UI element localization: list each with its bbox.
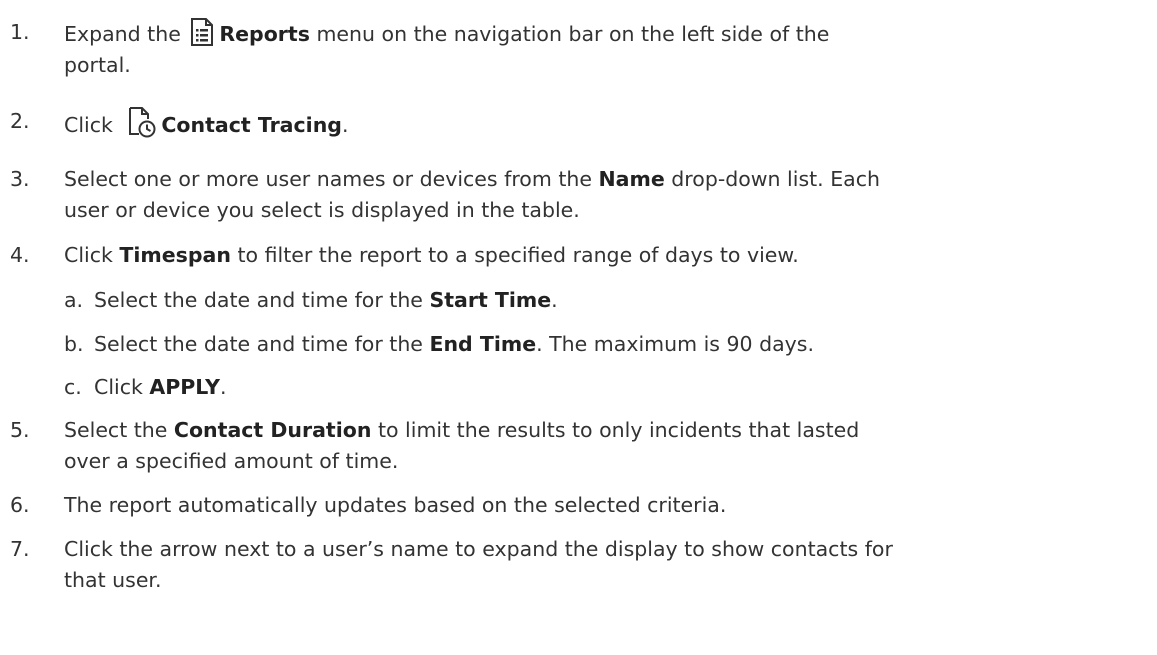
substep-text-post: .: [220, 375, 227, 399]
substep-text-post: . The maximum is 90 days.: [536, 332, 815, 356]
step-text-post: .: [341, 113, 349, 137]
step-text: Click the arrow next to a user’s name to…: [64, 534, 1144, 596]
step-text-post: drop-down list. Each: [664, 167, 880, 191]
name-label: Name: [598, 167, 665, 191]
step-text-pre: Expand the: [64, 22, 181, 46]
step-number: 3.: [10, 167, 30, 191]
step-number: 6.: [10, 493, 30, 517]
substep-text-pre: Click: [94, 375, 150, 399]
step-text: Click Contact Tracing.: [64, 106, 1144, 141]
substep-text-post: .: [551, 288, 558, 312]
substep-text-pre: Select the date and time for the: [94, 288, 430, 312]
step-text: Expand the Reports menu on the navigatio…: [64, 17, 1144, 81]
step-text-line2: portal.: [64, 53, 131, 77]
step-text: The report automatically updates based o…: [64, 493, 727, 517]
substep-text: Click APPLY.: [94, 372, 1144, 403]
step-number: 2.: [10, 109, 30, 133]
contact-tracing-label: Contact Tracing: [161, 113, 342, 137]
substep-text: Select the date and time for the End Tim…: [94, 329, 1144, 360]
step-text-pre: Select one or more user names or devices…: [64, 167, 599, 191]
step-text-pre: Click: [64, 113, 113, 137]
step-text: Select one or more user names or devices…: [64, 164, 1144, 226]
step-text-post: menu on the navigation bar on the left s…: [309, 22, 830, 46]
contact-tracing-icon: [127, 106, 157, 138]
end-time-label: End Time: [429, 332, 537, 356]
reports-label: Reports: [219, 22, 310, 46]
apply-label: APPLY: [149, 375, 221, 399]
step-number: 1.: [10, 20, 30, 44]
step-text-line1: Click the arrow next to a user’s name to…: [64, 537, 893, 561]
contact-duration-label: Contact Duration: [173, 418, 372, 442]
step-number: 7.: [10, 537, 30, 561]
step-text-line2: over a specified amount of time.: [64, 449, 399, 473]
step-text-post: to limit the results to only incidents t…: [371, 418, 860, 442]
reports-icon: [189, 17, 215, 47]
start-time-label: Start Time: [429, 288, 552, 312]
step-text-line2: that user.: [64, 568, 162, 592]
substep-text-pre: Select the date and time for the: [94, 332, 430, 356]
step-number: 4.: [10, 243, 30, 267]
substep-text: Select the date and time for the Start T…: [94, 285, 1144, 316]
step-text: Click Timespan to filter the report to a…: [64, 240, 1144, 271]
step-text-post: to filter the report to a specified rang…: [230, 243, 799, 267]
step-text-pre: Select the: [64, 418, 174, 442]
instruction-document: 1. Expand the Reports menu on the naviga…: [0, 0, 1157, 655]
timespan-label: Timespan: [119, 243, 231, 267]
step-text: Select the Contact Duration to limit the…: [64, 415, 1144, 477]
step-number: 5.: [10, 418, 30, 442]
step-text-pre: Click: [64, 243, 120, 267]
step-text-line2: user or device you select is displayed i…: [64, 198, 580, 222]
